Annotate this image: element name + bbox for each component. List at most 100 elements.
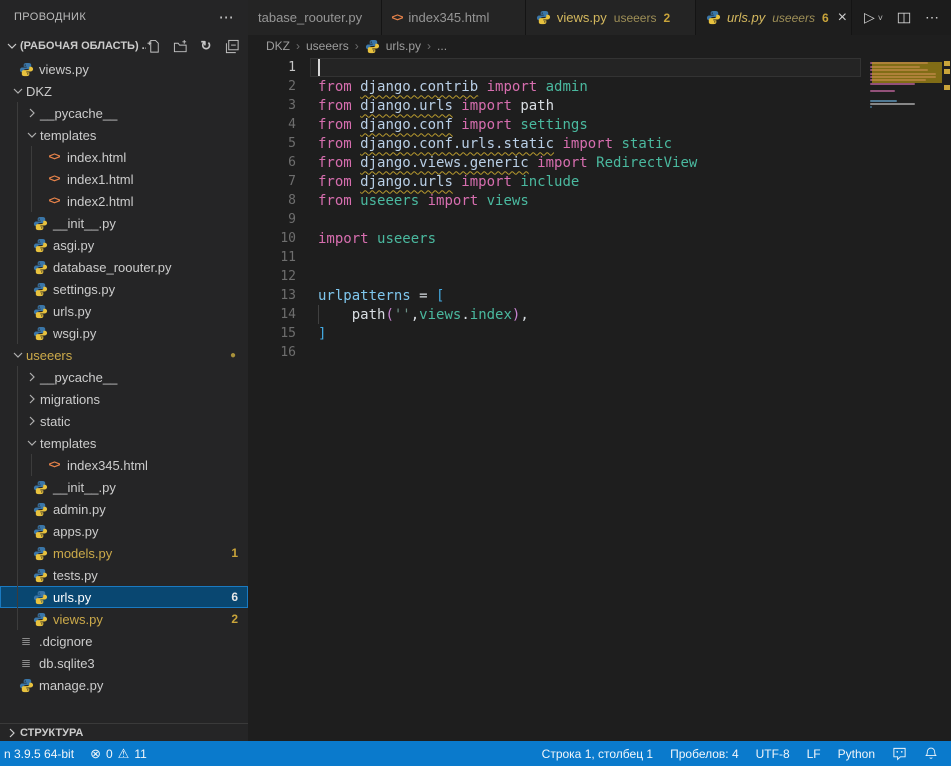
more-actions-icon[interactable]: ⋯	[925, 9, 939, 26]
python-interpreter-status[interactable]: n 3.9.5 64-bit	[4, 747, 74, 761]
code-line-9[interactable]: 9	[248, 210, 951, 229]
encoding-status[interactable]: UTF-8	[756, 747, 790, 761]
tree-item-label: db.sqlite3	[39, 656, 95, 671]
tree-item-database-roouter-py[interactable]: database_roouter.py	[0, 256, 248, 278]
tree-item-models-py[interactable]: models.py1	[0, 542, 248, 564]
python-file-icon	[365, 39, 380, 54]
tree-item--init-py[interactable]: __init__.py	[0, 212, 248, 234]
html-file-icon: <>	[46, 149, 62, 165]
tree-item-label: DKZ	[26, 84, 52, 99]
explorer-panel-title: ПРОВОДНИК	[14, 11, 86, 23]
eol-status[interactable]: LF	[807, 747, 821, 761]
tree-item-templates[interactable]: templates	[0, 124, 248, 146]
tree-item-settings-py[interactable]: settings.py	[0, 278, 248, 300]
workspace-section-header[interactable]: (РАБОЧАЯ ОБЛАСТЬ) ... ↻	[0, 34, 248, 58]
line-number: 11	[248, 250, 296, 265]
python-file-icon	[32, 303, 48, 319]
tab-problems-badge: 2	[663, 11, 670, 25]
tree-item-label: models.py	[53, 546, 112, 561]
code-editor[interactable]: 12from django.contrib import admin3from …	[248, 57, 951, 741]
tree-item--pycache-[interactable]: __pycache__	[0, 366, 248, 388]
code-line-15[interactable]: 15]	[248, 324, 951, 343]
tree-item-index-html[interactable]: <>index.html	[0, 146, 248, 168]
tree-item-index1-html[interactable]: <>index1.html	[0, 168, 248, 190]
tree-item-index2-html[interactable]: <>index2.html	[0, 190, 248, 212]
file-icon: ≣	[18, 655, 34, 671]
workspace-section-title: (РАБОЧАЯ ОБЛАСТЬ) ...	[20, 40, 146, 52]
close-icon[interactable]: ×	[838, 10, 847, 26]
code-line-4[interactable]: 4from django.conf import settings	[248, 115, 951, 134]
code-line-5[interactable]: 5from django.conf.urls.static import sta…	[248, 134, 951, 153]
tree-item-urls-py[interactable]: urls.py6	[0, 586, 248, 608]
code-line-7[interactable]: 7from django.urls import include	[248, 172, 951, 191]
tree-item-views-py[interactable]: views.py2	[0, 608, 248, 630]
python-file-icon	[18, 61, 34, 77]
new-folder-icon[interactable]	[172, 38, 188, 54]
code-line-6[interactable]: 6from django.views.generic import Redire…	[248, 153, 951, 172]
tree-item-tests-py[interactable]: tests.py	[0, 564, 248, 586]
tab-index345-html[interactable]: <>index345.html	[382, 0, 526, 35]
tree-item-urls-py[interactable]: urls.py	[0, 300, 248, 322]
problems-status[interactable]: ⊗ 0 ⚠ 11	[90, 746, 147, 762]
tree-item-db-sqlite3[interactable]: ≣ db.sqlite3	[0, 652, 248, 674]
tab-tabase-roouter-py[interactable]: tabase_roouter.py	[248, 0, 382, 35]
language-mode-status[interactable]: Python	[838, 747, 875, 761]
line-number: 4	[248, 117, 296, 132]
tree-item-views-py[interactable]: views.py	[0, 58, 248, 80]
breadcrumb[interactable]: DKZ›useeers›urls.py›...	[248, 35, 951, 57]
code-line-10[interactable]: 10import useeers	[248, 229, 951, 248]
split-editor-icon[interactable]	[897, 11, 911, 25]
tab-views-py[interactable]: views.pyuseeers2	[526, 0, 696, 35]
bell-icon[interactable]	[924, 746, 938, 761]
tree-item-admin-py[interactable]: admin.py	[0, 498, 248, 520]
tree-item--dcignore[interactable]: ≣.dcignore	[0, 630, 248, 652]
indentation-status[interactable]: Пробелов: 4	[670, 747, 739, 761]
code-line-2[interactable]: 2from django.contrib import admin	[248, 77, 951, 96]
chevron-right-icon	[24, 105, 40, 121]
breadcrumb-item[interactable]: DKZ	[266, 39, 290, 53]
tree-item-dkz[interactable]: DKZ	[0, 80, 248, 102]
tree-item-migrations[interactable]: migrations	[0, 388, 248, 410]
tree-item-static[interactable]: static	[0, 410, 248, 432]
refresh-icon[interactable]: ↻	[198, 38, 214, 54]
tab-problems-badge: 6	[822, 11, 829, 25]
code-line-8[interactable]: 8from useeers import views	[248, 191, 951, 210]
html-file-icon: <>	[46, 193, 62, 209]
breadcrumb-item[interactable]: urls.py	[386, 39, 421, 53]
breadcrumb-item[interactable]: useeers	[306, 39, 349, 53]
breadcrumb-item[interactable]: ...	[437, 39, 447, 53]
code-line-16[interactable]: 16	[248, 343, 951, 362]
run-button[interactable]: ▷˅	[864, 9, 883, 26]
html-file-icon: <>	[46, 457, 62, 473]
tree-item-useeers[interactable]: useeers●	[0, 344, 248, 366]
tree-item-wsgi-py[interactable]: wsgi.py	[0, 322, 248, 344]
code-line-11[interactable]: 11	[248, 248, 951, 267]
code-line-3[interactable]: 3from django.urls import path	[248, 96, 951, 115]
tab-bar: tabase_roouter.py <>index345.htmlviews.py…	[248, 0, 951, 35]
code-line-13[interactable]: 13urlpatterns = [	[248, 286, 951, 305]
minimap[interactable]	[870, 59, 942, 113]
tree-item-label: templates	[40, 128, 96, 143]
tree-item--init-py[interactable]: __init__.py	[0, 476, 248, 498]
feedback-icon[interactable]	[892, 746, 907, 761]
outline-section-header[interactable]: СТРУКТУРА	[0, 723, 248, 741]
tab-label: tabase_roouter.py	[258, 10, 362, 25]
collapse-all-icon[interactable]	[224, 38, 240, 54]
code-line-14[interactable]: 14 path('',views.index),	[248, 305, 951, 324]
tree-item-index345-html[interactable]: <>index345.html	[0, 454, 248, 476]
html-file-icon: <>	[46, 171, 62, 187]
tree-item-asgi-py[interactable]: asgi.py	[0, 234, 248, 256]
tree-item-manage-py[interactable]: manage.py	[0, 674, 248, 696]
tree-item-templates[interactable]: templates	[0, 432, 248, 454]
cursor-position-status[interactable]: Строка 1, столбец 1	[542, 747, 653, 761]
panel-more-icon[interactable]: ⋯	[219, 8, 234, 26]
tree-item--pycache-[interactable]: __pycache__	[0, 102, 248, 124]
code-line-12[interactable]: 12	[248, 267, 951, 286]
text-cursor	[318, 59, 320, 76]
code-line-1[interactable]: 1	[248, 58, 951, 77]
tab-urls-py[interactable]: urls.pyuseeers6×	[696, 0, 852, 35]
tree-item-apps-py[interactable]: apps.py	[0, 520, 248, 542]
new-file-icon[interactable]	[146, 38, 162, 54]
overview-ruler[interactable]	[942, 57, 951, 741]
outline-section-title: СТРУКТУРА	[20, 727, 83, 739]
